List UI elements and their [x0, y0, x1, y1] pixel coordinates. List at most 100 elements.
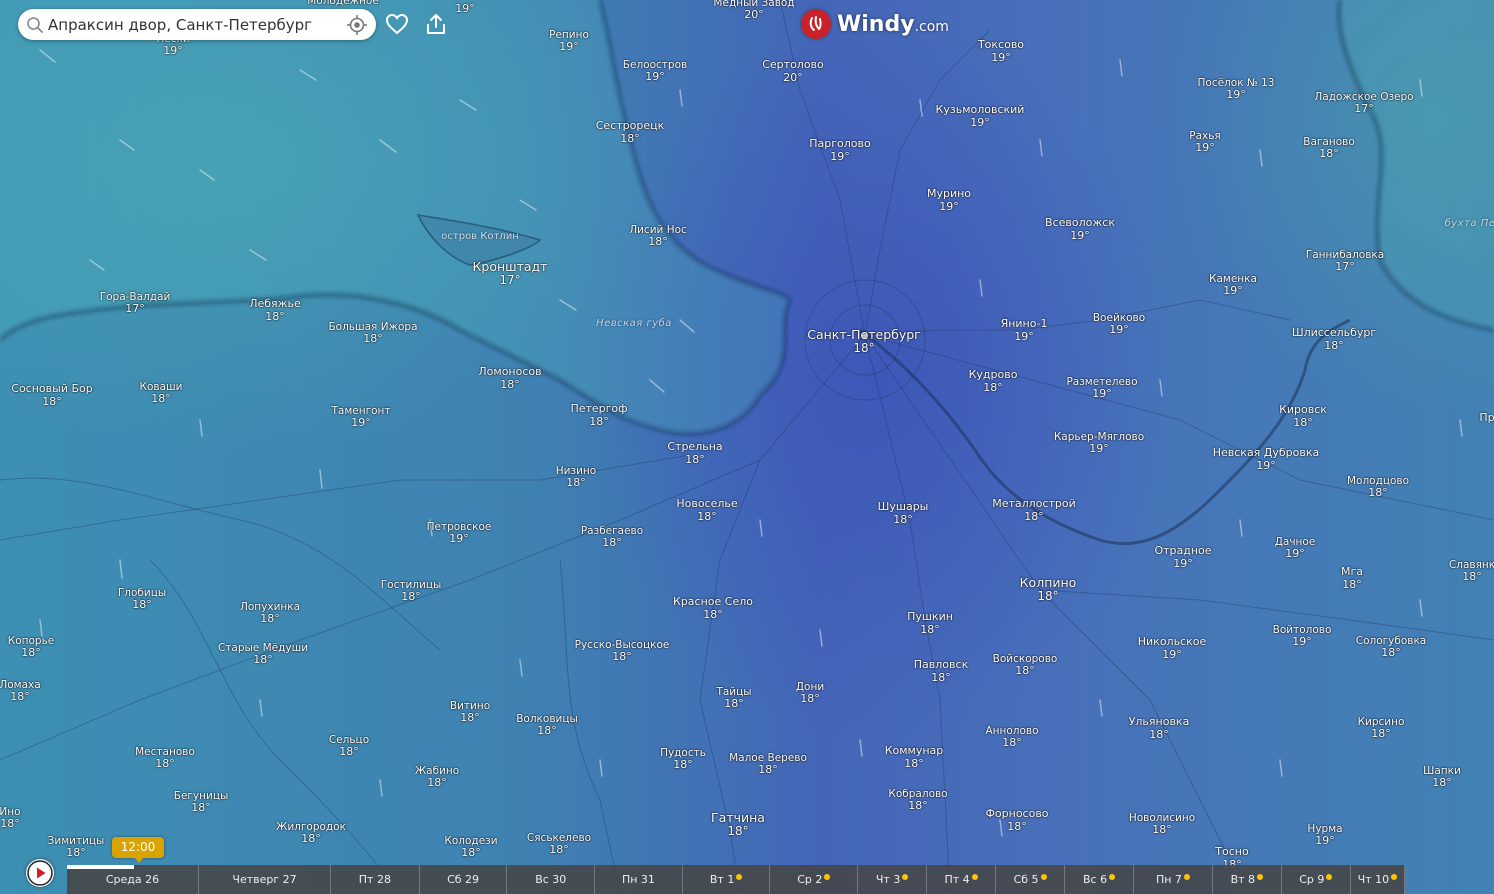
- place-label[interactable]: Токсово 19°: [978, 38, 1024, 64]
- weather-map[interactable]: Невская губа бухта Пе остров Котлин Моло…: [0, 0, 1494, 894]
- place-label[interactable]: Посёлок № 13 19°: [1198, 77, 1275, 102]
- place-label[interactable]: Колпино 18°: [1020, 575, 1077, 604]
- place-label[interactable]: Сертолово 20°: [762, 58, 824, 84]
- timeline-day[interactable]: Пт 4: [927, 865, 997, 894]
- place-label[interactable]: Сяськелево 18°: [527, 832, 591, 857]
- place-label[interactable]: Сологубовка 18°: [1356, 635, 1427, 660]
- place-label[interactable]: Дачное 19°: [1275, 536, 1316, 561]
- place-label[interactable]: Волковицы 18°: [516, 713, 578, 738]
- place-label[interactable]: Русско-Высоцкое 18°: [575, 639, 670, 664]
- place-label[interactable]: Малое Верево 18°: [729, 752, 807, 777]
- place-label[interactable]: Петровское 19°: [427, 521, 492, 546]
- timeline-day[interactable]: Вс 6: [1065, 865, 1135, 894]
- place-label[interactable]: Мурино 19°: [927, 187, 971, 213]
- place-label[interactable]: Новоселье 18°: [676, 497, 737, 523]
- place-label[interactable]: Сельцо 18°: [329, 734, 369, 759]
- place-label[interactable]: Тайцы 18°: [716, 686, 751, 711]
- place-label[interactable]: Лисий Нос 18°: [629, 224, 687, 249]
- place-label[interactable]: 19°: [455, 2, 475, 16]
- place-label[interactable]: Санкт-Петербург 18°: [807, 327, 921, 356]
- place-label[interactable]: Петергоф 18°: [570, 402, 627, 428]
- place-label[interactable]: Ваганово 18°: [1303, 136, 1355, 161]
- place-label[interactable]: Разметелево 19°: [1066, 376, 1137, 401]
- place-label[interactable]: Пудость 18°: [660, 747, 706, 772]
- place-label[interactable]: Невская Дубровка 19°: [1213, 446, 1320, 472]
- place-label[interactable]: Витино 18°: [450, 700, 490, 725]
- timeline-day[interactable]: Вс 30: [507, 865, 596, 894]
- place-label[interactable]: Ульяновка 18°: [1129, 715, 1190, 741]
- place-label[interactable]: Шапки 18°: [1423, 765, 1461, 790]
- place-label[interactable]: Войтолово 19°: [1273, 624, 1332, 649]
- place-label[interactable]: Глобицы 18°: [118, 587, 166, 612]
- place-label[interactable]: Кобралово 18°: [888, 788, 947, 813]
- timeline-day[interactable]: Пн 31: [595, 865, 683, 894]
- timeline-day[interactable]: Пн 7: [1134, 865, 1213, 894]
- place-label[interactable]: Сосновый Бор 18°: [11, 382, 92, 408]
- timeline-day[interactable]: Среда 26: [67, 865, 200, 894]
- play-button[interactable]: [26, 859, 54, 887]
- place-label[interactable]: Лопухинка 18°: [240, 601, 300, 626]
- place-label[interactable]: Копорье 18°: [8, 635, 54, 660]
- place-label[interactable]: Стрельна 18°: [667, 440, 722, 466]
- place-label[interactable]: Гора-Валдай 17°: [100, 291, 171, 316]
- place-label[interactable]: Белоостров 19°: [623, 59, 687, 84]
- place-label[interactable]: Ладожское Озеро 17°: [1314, 91, 1413, 116]
- place-label[interactable]: Войскорово 18°: [993, 653, 1058, 678]
- timeline-day[interactable]: Сб 5: [996, 865, 1066, 894]
- share-icon[interactable]: [423, 11, 449, 37]
- place-label[interactable]: Разбегаево 18°: [581, 525, 643, 550]
- place-label[interactable]: Мга 18°: [1341, 565, 1363, 591]
- place-label[interactable]: Дони 18°: [796, 681, 824, 706]
- place-label[interactable]: Отрадное 19°: [1154, 544, 1211, 570]
- place-label[interactable]: Гатчина 18°: [711, 810, 765, 839]
- place-label[interactable]: Лебяжье 18°: [249, 297, 301, 323]
- place-label[interactable]: Зимитицы 18°: [48, 835, 105, 860]
- place-label[interactable]: Бегуницы 18°: [174, 790, 229, 815]
- place-label[interactable]: Кирсино 18°: [1358, 716, 1405, 741]
- timeline-day[interactable]: Четверг 27: [199, 865, 332, 894]
- place-label[interactable]: Кудрово 18°: [969, 368, 1018, 394]
- timeline-day[interactable]: Чт 3: [858, 865, 928, 894]
- timeline-day[interactable]: Пт 28: [331, 865, 420, 894]
- place-label[interactable]: Жабино 18°: [415, 765, 459, 790]
- place-label[interactable]: Колодези 18°: [444, 835, 497, 860]
- place-label[interactable]: Местаново 18°: [135, 746, 195, 771]
- place-label[interactable]: Шушары 18°: [878, 500, 929, 526]
- timeline-day[interactable]: Сб 29: [420, 865, 508, 894]
- place-label[interactable]: Павловск 18°: [914, 658, 968, 684]
- place-label[interactable]: Молодёжное: [307, 0, 379, 7]
- place-label[interactable]: Низино 18°: [556, 465, 596, 490]
- timeline-day[interactable]: Чт 10: [1351, 865, 1405, 894]
- place-label[interactable]: Воейково 19°: [1093, 312, 1145, 337]
- place-label[interactable]: Коваши 18°: [140, 381, 183, 406]
- place-label[interactable]: Ино 18°: [0, 806, 21, 831]
- place-label[interactable]: Красное Село 18°: [673, 595, 753, 621]
- place-label[interactable]: Пушкин 18°: [907, 610, 953, 636]
- place-label[interactable]: Металлострой 18°: [992, 497, 1076, 523]
- place-label[interactable]: Репино 19°: [549, 29, 589, 54]
- place-label[interactable]: Янино-1 19°: [1001, 317, 1048, 343]
- windy-logo[interactable]: Windy .com: [801, 8, 949, 40]
- place-label[interactable]: Ломоносов 18°: [478, 365, 541, 391]
- place-label[interactable]: Кировск 18°: [1279, 403, 1327, 429]
- place-label[interactable]: Гостилицы 18°: [381, 579, 442, 604]
- place-label[interactable]: Аннолово 18°: [985, 725, 1038, 750]
- place-label[interactable]: Никольское 19°: [1138, 635, 1207, 661]
- place-label[interactable]: Жилгородок 18°: [276, 821, 346, 846]
- place-label[interactable]: Всеволожск 19°: [1045, 216, 1115, 242]
- search-input[interactable]: [44, 9, 344, 40]
- timeline-day[interactable]: Ср 2: [770, 865, 859, 894]
- timeline-bar[interactable]: Среда 26 Четверг 27 Пт 28 Сб 29 Вс 30 Пн 31 Вт…: [67, 865, 1405, 894]
- place-label[interactable]: Старые Мёдуши 18°: [218, 642, 308, 667]
- place-label[interactable]: Рахья 19°: [1189, 130, 1221, 155]
- timeline-day[interactable]: Вт 8: [1213, 865, 1282, 894]
- current-time-bubble[interactable]: 12:00: [112, 837, 164, 863]
- place-label[interactable]: Шлиссельбург 18°: [1292, 326, 1376, 352]
- place-label[interactable]: Таменгонт 19°: [331, 405, 390, 430]
- place-label[interactable]: Коммунар 18°: [885, 744, 944, 770]
- place-label[interactable]: Каменка 19°: [1209, 273, 1257, 298]
- place-label[interactable]: Карьер-Мяглово 19°: [1054, 431, 1144, 456]
- place-label[interactable]: Большая Ижора 18°: [328, 321, 417, 346]
- place-label[interactable]: Сестрорецк 18°: [596, 119, 665, 145]
- timeline-day[interactable]: Ср 9: [1282, 865, 1351, 894]
